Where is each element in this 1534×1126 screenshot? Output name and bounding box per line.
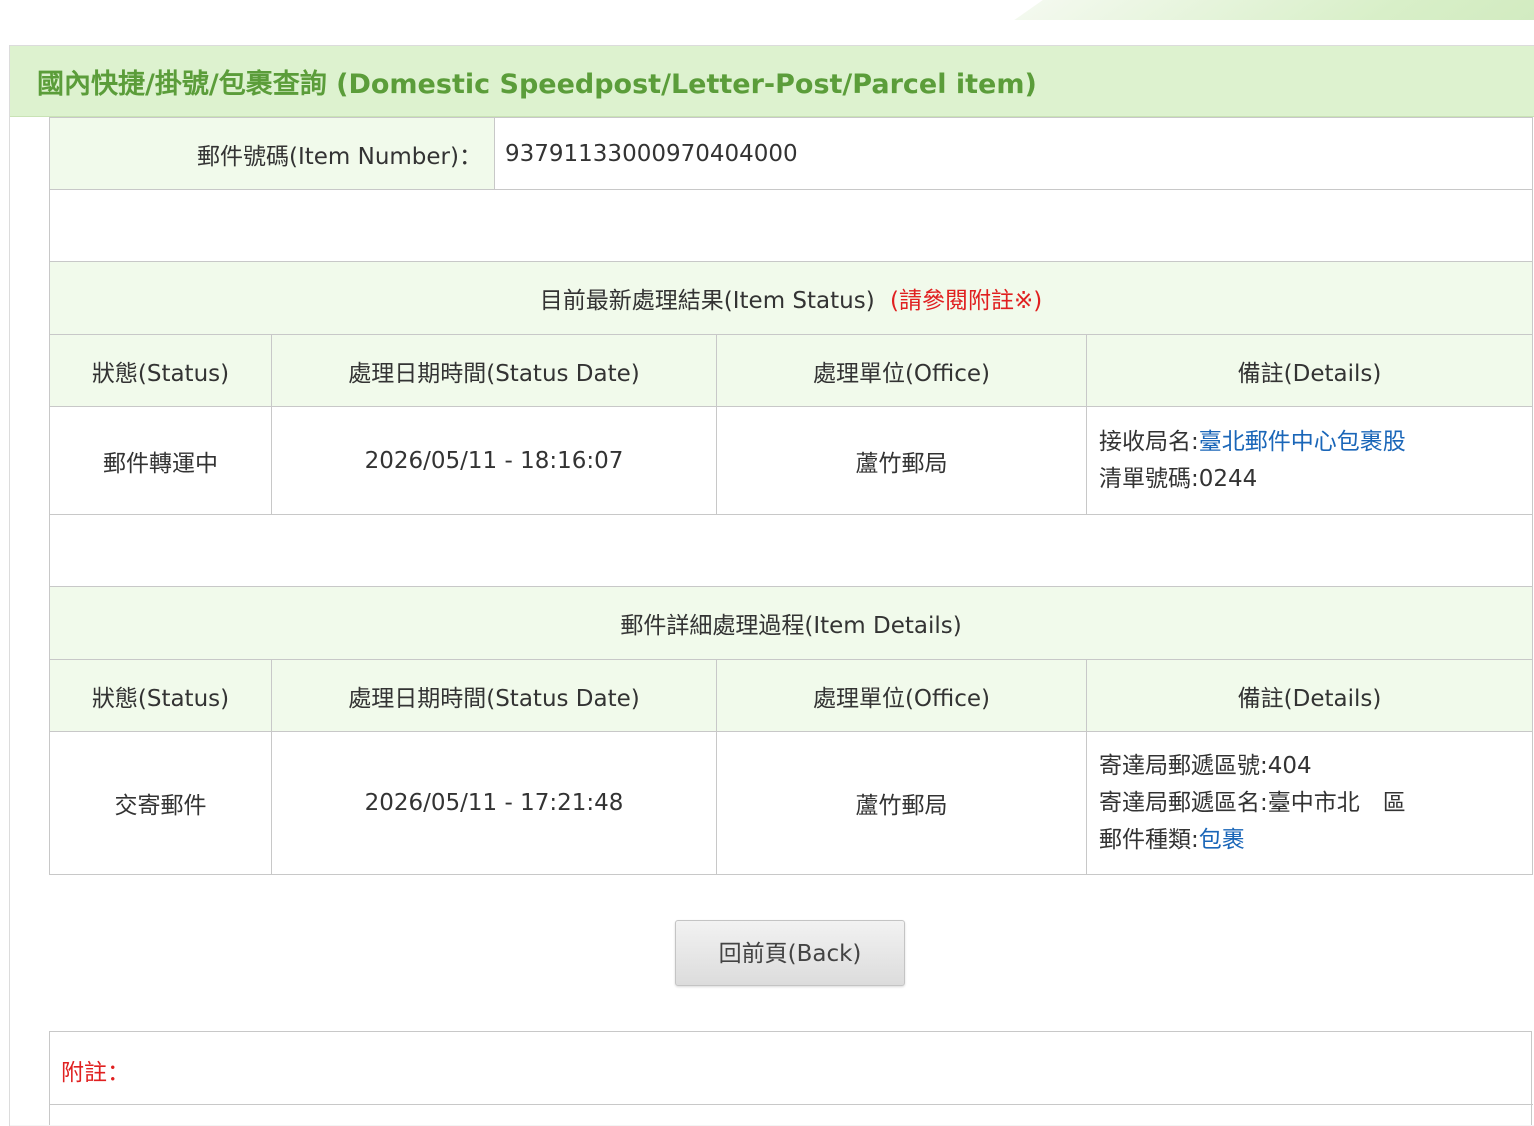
footnote-divider: [50, 1104, 1533, 1105]
spacer-row: [49, 189, 1533, 262]
col-details-header: 備註(Details): [1085, 659, 1534, 732]
latest-status-heading-cell: 目前最新處理結果(Item Status) (請參閱附註※): [49, 261, 1533, 335]
page-title: 國內快捷/掛號/包裹查詢 (Domestic Speedpost/Letter-…: [37, 69, 1037, 100]
item-type-link[interactable]: 包裹: [1199, 827, 1245, 853]
see-note-link[interactable]: (請參閱附註※): [890, 288, 1042, 314]
item-type-label: 郵件種類:: [1099, 826, 1199, 853]
latest-details-cell: 接收局名:臺北郵件中心包裹股 清單號碼:0244: [1086, 406, 1533, 515]
spacer-row: [49, 514, 1533, 587]
col-status-header: 狀態(Status): [49, 334, 272, 407]
receiving-office-line: 接收局名:臺北郵件中心包裹股: [1099, 424, 1532, 461]
item-type-line: 郵件種類:包裹: [1099, 822, 1532, 859]
col-date-header: 處理日期時間(Status Date): [271, 659, 717, 732]
latest-status-heading: 目前最新處理結果(Item Status): [539, 288, 875, 314]
col-office-header: 處理單位(Office): [716, 334, 1087, 407]
destination-zip-line: 寄達局郵遞區號:404: [1099, 752, 1312, 779]
top-banner: [0, 0, 1534, 20]
history-heading: 郵件詳細處理過程(Item Details): [48, 586, 1534, 660]
footnote-label: 附註：: [61, 1060, 130, 1086]
col-details-header: 備註(Details): [1086, 334, 1533, 407]
history-table: 郵件詳細處理過程(Item Details) 狀態(Status) 處理日期時間…: [48, 586, 1534, 875]
item-number-value: 93791133000970404000: [494, 117, 1533, 190]
history-details-cell: 寄達局郵遞區號:404 寄達局郵遞區名:臺中市北 區 郵件種類:包裹: [1085, 731, 1534, 875]
latest-status-value: 郵件轉運中: [49, 406, 272, 515]
item-number-table: 郵件號碼(Item Number)： 93791133000970404000: [49, 117, 1533, 262]
col-office-header: 處理單位(Office): [716, 659, 1087, 732]
receiving-office-label: 接收局名:: [1099, 428, 1199, 455]
history-status-value: 交寄郵件: [49, 731, 272, 875]
history-date-value: 2026/05/11 - 17:21:48: [271, 731, 717, 875]
latest-status-table: 目前最新處理結果(Item Status) (請參閱附註※) 狀態(Status…: [49, 261, 1533, 587]
receiving-office-link[interactable]: 臺北郵件中心包裹股: [1199, 429, 1406, 455]
col-date-header: 處理日期時間(Status Date): [271, 334, 717, 407]
item-number-label: 郵件號碼(Item Number)：: [49, 117, 495, 190]
latest-office-link[interactable]: 蘆竹郵局: [716, 406, 1087, 515]
title-bar: 國內快捷/掛號/包裹查詢 (Domestic Speedpost/Letter-…: [10, 46, 1534, 117]
latest-date-value: 2026/05/11 - 18:16:07: [271, 406, 717, 515]
back-button[interactable]: 回前頁(Back): [675, 920, 905, 986]
manifest-number-line: 清單號碼:0244: [1099, 465, 1258, 492]
destination-area-line: 寄達局郵遞區名:臺中市北 區: [1099, 789, 1406, 816]
history-office-link[interactable]: 蘆竹郵局: [716, 731, 1087, 875]
footnote-box: 附註：: [49, 1031, 1533, 1125]
col-status-header: 狀態(Status): [49, 659, 272, 732]
